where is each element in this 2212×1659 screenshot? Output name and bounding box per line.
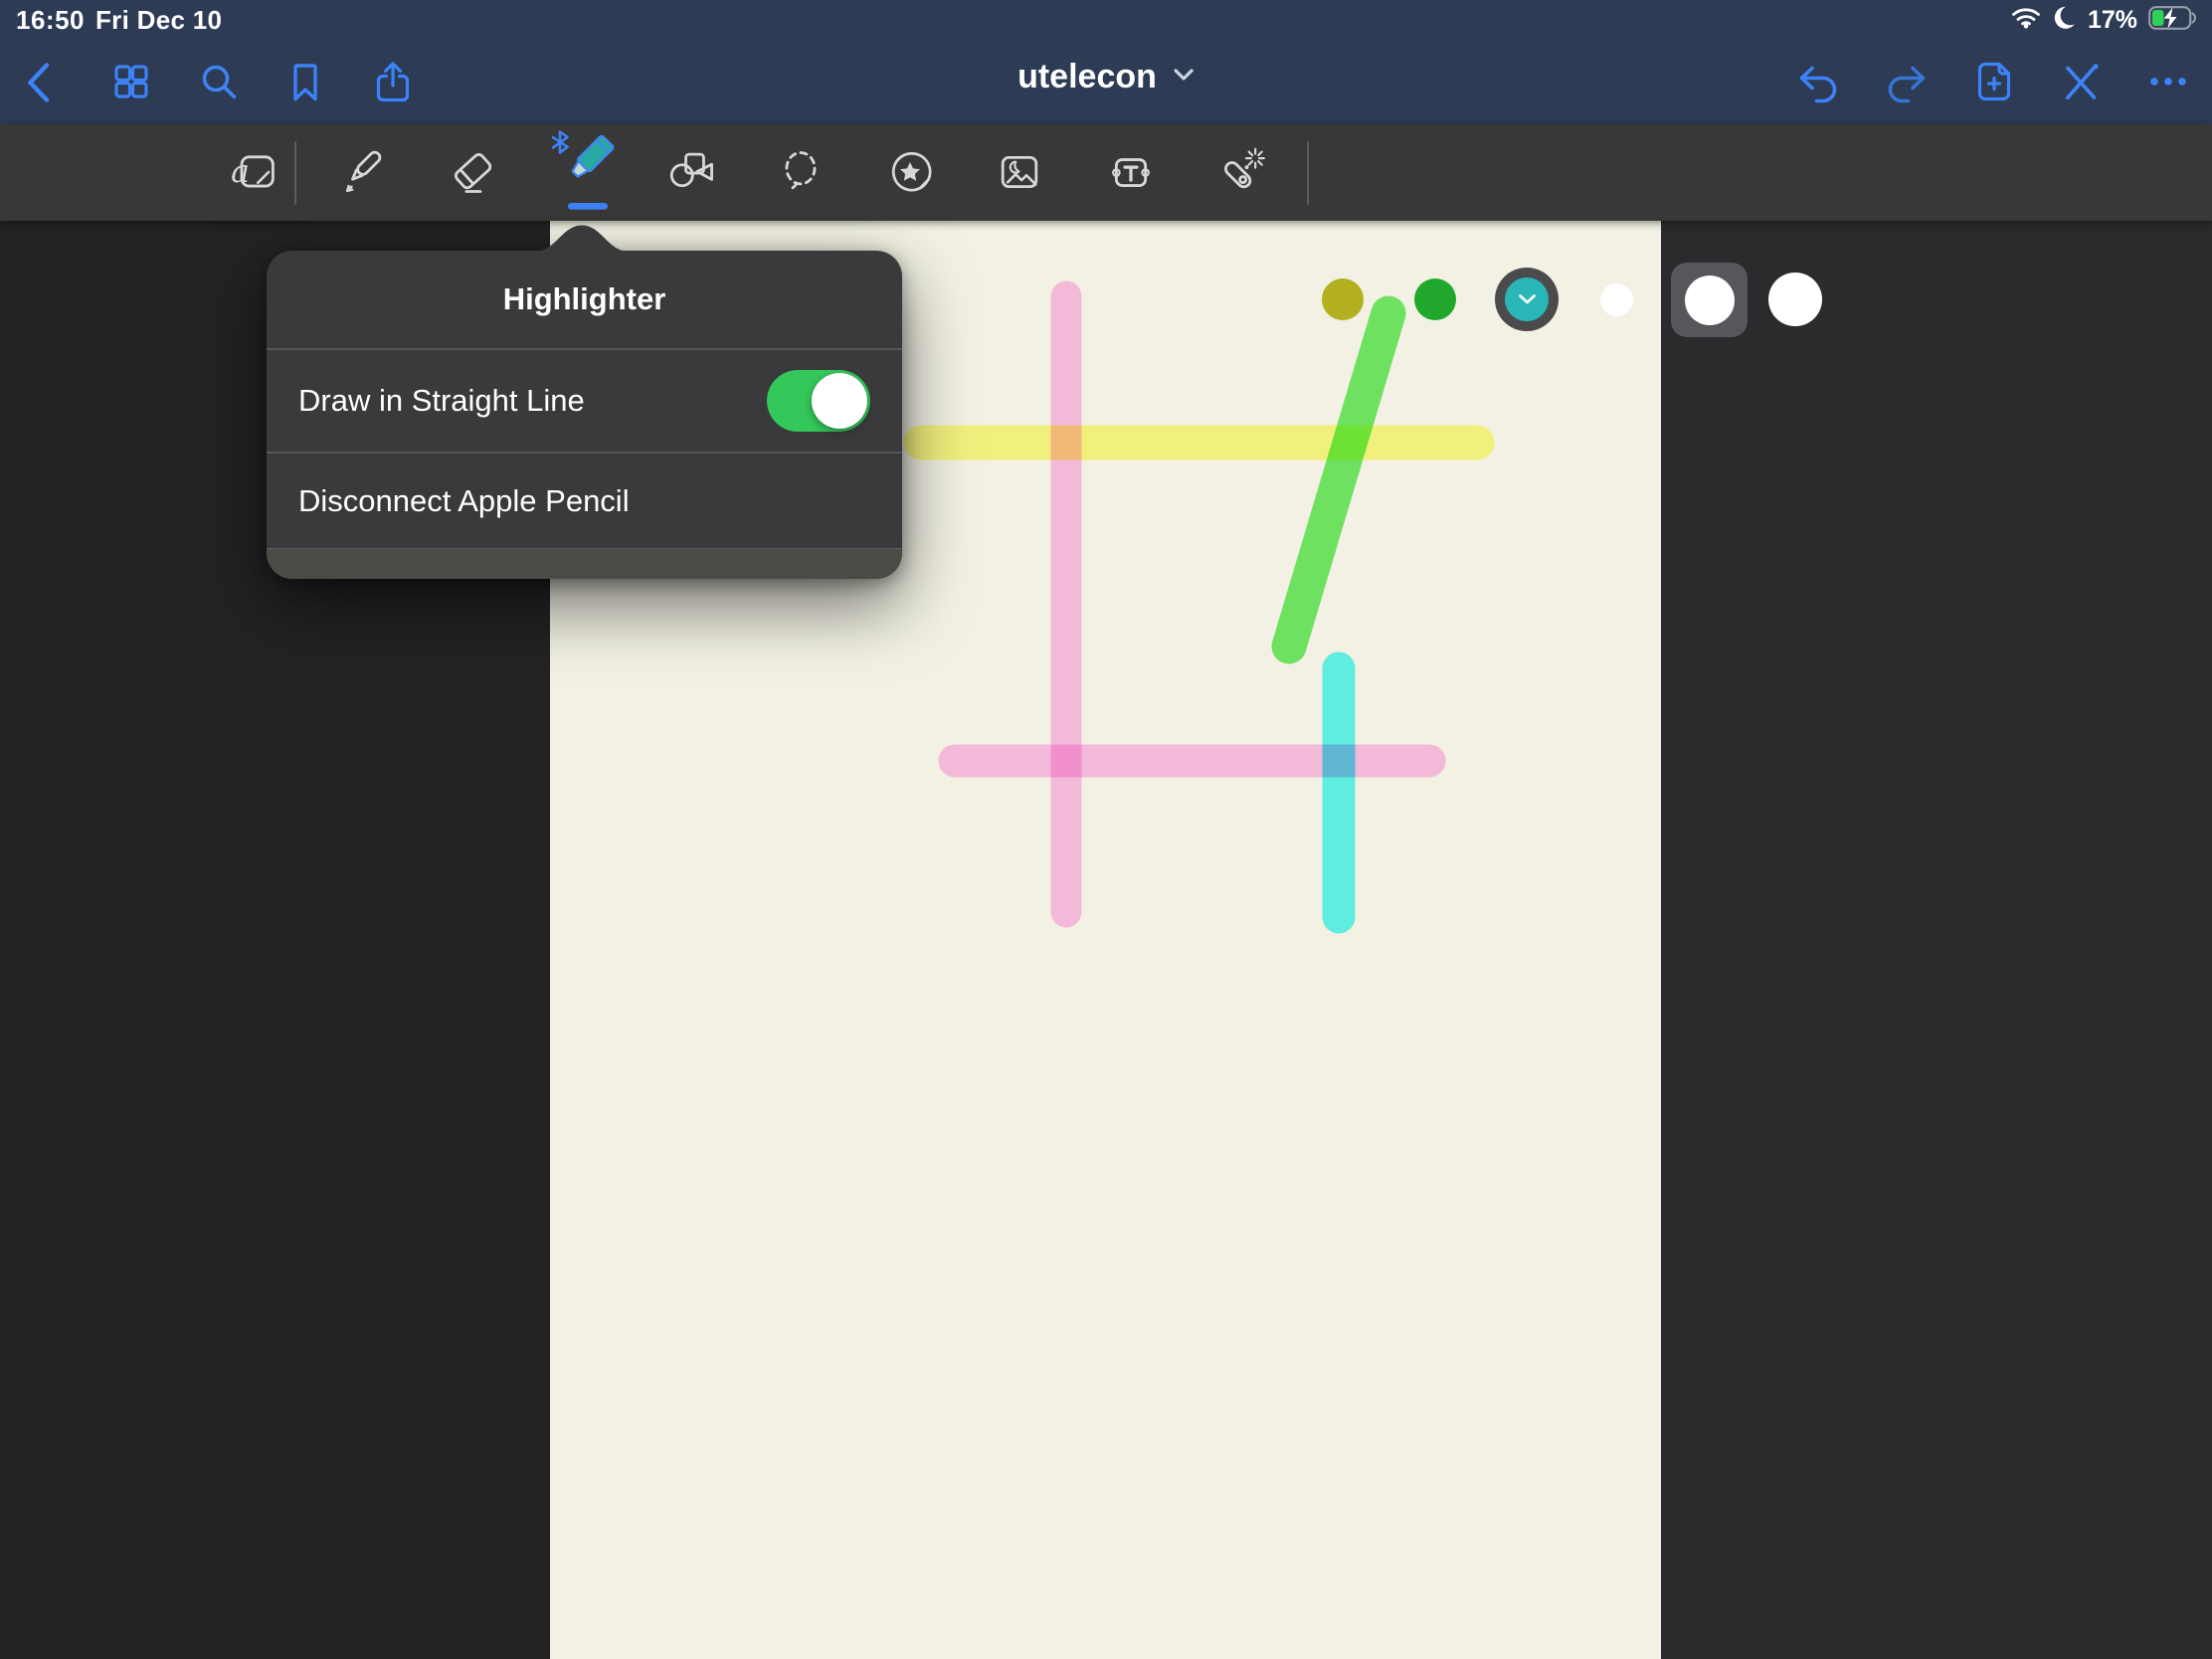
bookmark-button[interactable] bbox=[277, 54, 333, 109]
chevron-down-icon bbox=[1518, 293, 1537, 305]
color-swatch-teal-selected[interactable] bbox=[1495, 268, 1559, 331]
moon-icon bbox=[2052, 5, 2077, 35]
tools-toolbar: a bbox=[0, 124, 2212, 221]
chevron-down-icon bbox=[1173, 68, 1195, 87]
toolbar-divider-2 bbox=[1307, 141, 1309, 205]
status-bar: 16:50 Fri Dec 10 bbox=[0, 0, 2212, 38]
color-swatch-olive[interactable] bbox=[1322, 278, 1364, 320]
note-page bbox=[0, 0, 2212, 1659]
image-tool-button[interactable] bbox=[992, 144, 1047, 200]
back-button[interactable] bbox=[14, 54, 70, 109]
popover-arrow bbox=[534, 224, 630, 252]
document-title-menu[interactable]: utelecon bbox=[1017, 58, 1195, 96]
disconnect-apple-pencil-row[interactable]: Disconnect Apple Pencil bbox=[267, 453, 902, 549]
eraser-tool-button[interactable] bbox=[447, 144, 502, 200]
color-swatch-green[interactable] bbox=[1414, 278, 1456, 320]
elements-tool-button[interactable] bbox=[882, 144, 938, 200]
disconnect-apple-pencil-label: Disconnect Apple Pencil bbox=[298, 483, 630, 519]
battery-percent: 17% bbox=[2088, 6, 2137, 35]
draw-straight-line-row: Draw in Straight Line bbox=[267, 349, 902, 452]
bluetooth-icon bbox=[553, 132, 568, 153]
more-button[interactable] bbox=[2140, 54, 2196, 109]
edit-mode-button[interactable]: a bbox=[227, 144, 282, 200]
edit-mode-a-glyph: a bbox=[231, 154, 250, 190]
goodnotes-app: 16:50 Fri Dec 10 bbox=[0, 0, 2212, 1659]
popover-title: Highlighter bbox=[267, 251, 902, 348]
redo-button[interactable] bbox=[1879, 54, 1935, 109]
undo-button[interactable] bbox=[1790, 54, 1846, 109]
teal-swatch-circle bbox=[1505, 277, 1549, 321]
shapes-tool-button[interactable] bbox=[663, 144, 719, 200]
battery-charging-icon bbox=[2148, 6, 2198, 35]
wifi-icon bbox=[2011, 6, 2041, 34]
highlighter-tool-button[interactable] bbox=[546, 126, 618, 214]
nav-bar: 16:50 Fri Dec 10 bbox=[0, 0, 2212, 124]
document-title: utelecon bbox=[1017, 58, 1157, 96]
highlighter-underline bbox=[568, 203, 608, 210]
toolbar-divider bbox=[294, 141, 296, 205]
search-button[interactable] bbox=[191, 54, 247, 109]
draw-straight-line-toggle[interactable] bbox=[767, 370, 870, 432]
color-swatch-white[interactable] bbox=[1600, 283, 1633, 316]
share-button[interactable] bbox=[365, 54, 421, 109]
star-glyph bbox=[900, 162, 920, 181]
text-tool-button[interactable] bbox=[1103, 144, 1159, 200]
draw-straight-line-label: Draw in Straight Line bbox=[298, 383, 585, 419]
laser-pointer-tool-button[interactable] bbox=[1212, 144, 1268, 200]
add-page-button[interactable] bbox=[1966, 54, 2022, 109]
popover-footer bbox=[267, 548, 902, 579]
toggle-knob bbox=[812, 373, 867, 429]
page-thumbnails-button[interactable] bbox=[103, 54, 159, 109]
size-dot-medium bbox=[1685, 276, 1735, 325]
status-time: 16:50 bbox=[16, 5, 85, 36]
stroke-size-large[interactable] bbox=[1768, 273, 1822, 326]
stroke-size-medium-selected[interactable] bbox=[1671, 263, 1748, 337]
pen-tool-button[interactable] bbox=[336, 144, 392, 200]
status-icons: 17% bbox=[2011, 0, 2198, 40]
stylus-cross-button[interactable] bbox=[2053, 54, 2109, 109]
highlighter-popover: Highlighter Draw in Straight Line Discon… bbox=[267, 251, 902, 579]
status-date: Fri Dec 10 bbox=[95, 5, 222, 36]
lasso-tool-button[interactable] bbox=[773, 144, 829, 200]
